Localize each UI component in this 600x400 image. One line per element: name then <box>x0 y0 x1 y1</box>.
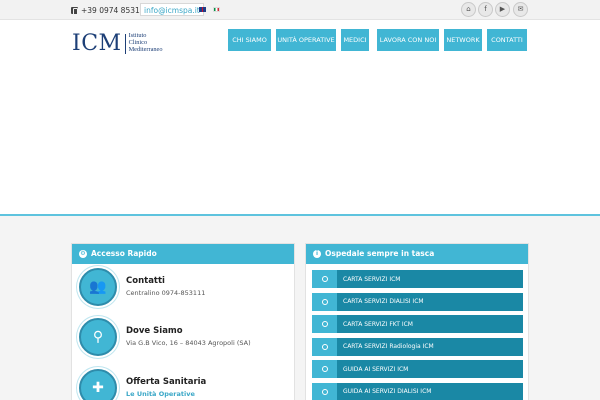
list-item[interactable]: GUIDA AI SERVIZI DIALISI ICM <box>312 382 523 400</box>
quick-item-title: Offerta Sanitaria <box>126 377 207 387</box>
info-icon: i <box>313 250 321 258</box>
list-item-label: GUIDA AI SERVIZI ICM <box>343 365 409 373</box>
circle-icon <box>312 382 337 400</box>
list-item[interactable]: CARTA SERVIZI Radiologia ICM <box>312 337 523 356</box>
list-item-label: CARTA SERVIZI FKT ICM <box>343 320 413 328</box>
phone-icon <box>71 6 78 15</box>
people-icon[interactable]: 👥 <box>79 268 117 306</box>
circle-icon <box>312 360 337 378</box>
list-item-label: CARTA SERVIZI DIALISI ICM <box>343 298 424 305</box>
nav-unita-operative[interactable]: UNITÀ OPERATIVE <box>276 29 336 51</box>
mail-icon[interactable]: ✉ <box>513 2 528 17</box>
quick-item-contatti[interactable]: 👥 Contatti Centralino 0974-853111 <box>79 268 289 312</box>
quick-item-title: Dove Siamo <box>126 326 183 336</box>
hospital-pocket-title: Ospedale sempre in tasca <box>325 249 435 258</box>
medical-kit-icon[interactable]: ✚ <box>79 369 117 400</box>
circle-icon <box>312 315 337 333</box>
logo-mark: ICM <box>72 31 122 56</box>
it-flag-icon[interactable] <box>213 7 220 12</box>
nav-network[interactable]: NETWORK <box>444 29 482 51</box>
circle-icon <box>312 337 337 356</box>
email-link[interactable]: info@icmspa.it <box>140 3 204 16</box>
site-logo[interactable]: ICM Istituto Clinico Mediterraneo <box>72 31 162 56</box>
unita-operative-link[interactable]: Le Unità Operative <box>126 390 195 398</box>
nav-chi-siamo[interactable]: CHI SIAMO <box>228 29 271 51</box>
logo-line-3: Mediterraneo <box>128 45 163 53</box>
list-item[interactable]: CARTA SERVIZI DIALISI ICM <box>312 292 523 311</box>
circle-icon <box>312 292 337 311</box>
map-pin-icon[interactable]: ⚲ <box>79 318 117 356</box>
hero-slider <box>0 62 600 215</box>
quick-item-dove-siamo[interactable]: ⚲ Dove Siamo Via G.B Vico, 16 – 84043 Ag… <box>79 318 289 362</box>
facebook-icon[interactable]: f <box>478 2 493 17</box>
list-item[interactable]: CARTA SERVIZI ICM <box>312 270 523 288</box>
list-item[interactable]: GUIDA AI SERVIZI ICM <box>312 360 523 378</box>
quick-access-title: Accesso Rapido <box>91 249 157 258</box>
nav-lavora-con-noi[interactable]: LAVORA CON NOI <box>377 29 439 51</box>
quick-item-title: Contatti <box>126 276 165 286</box>
document-list: CARTA SERVIZI ICM CARTA SERVIZI DIALISI … <box>312 270 523 400</box>
quick-item-subtitle: Centralino 0974-853111 <box>126 289 206 297</box>
youtube-icon[interactable]: ▶ <box>495 2 510 17</box>
logo-divider <box>124 33 126 54</box>
quick-access-header: ⚙ Accesso Rapido <box>72 244 294 264</box>
quick-access-panel: ⚙ Accesso Rapido 👥 Contatti Centralino 0… <box>71 243 295 400</box>
quick-item-offerta-sanitaria[interactable]: ✚ Offerta Sanitaria Le Unità Operative <box>79 369 289 400</box>
hospital-pocket-panel: i Ospedale sempre in tasca CARTA SERVIZI… <box>305 243 529 400</box>
quick-item-subtitle: Via G.B Vico, 16 – 84043 Agropoli (SA) <box>126 339 251 347</box>
uk-flag-icon[interactable] <box>199 7 206 12</box>
nav-medici[interactable]: MEDICI <box>341 29 369 51</box>
phone-info: +39 0974 853116 <box>71 4 149 16</box>
home-icon[interactable]: ⌂ <box>461 2 476 17</box>
hospital-pocket-header: i Ospedale sempre in tasca <box>306 244 528 264</box>
list-item-label: GUIDA AI SERVIZI DIALISI ICM <box>343 388 432 395</box>
logo-text: Istituto Clinico Mediterraneo <box>128 32 163 53</box>
list-item[interactable]: CARTA SERVIZI FKT ICM <box>312 315 523 333</box>
nav-contatti[interactable]: CONTATTI <box>487 29 527 51</box>
top-bar: +39 0974 853116 info@icmspa.it ⌂ f ▶ ✉ <box>0 0 600 20</box>
gears-icon: ⚙ <box>79 250 87 258</box>
list-item-label: CARTA SERVIZI Radiologia ICM <box>343 343 434 350</box>
circle-icon <box>312 270 337 288</box>
list-item-label: CARTA SERVIZI ICM <box>343 275 401 283</box>
